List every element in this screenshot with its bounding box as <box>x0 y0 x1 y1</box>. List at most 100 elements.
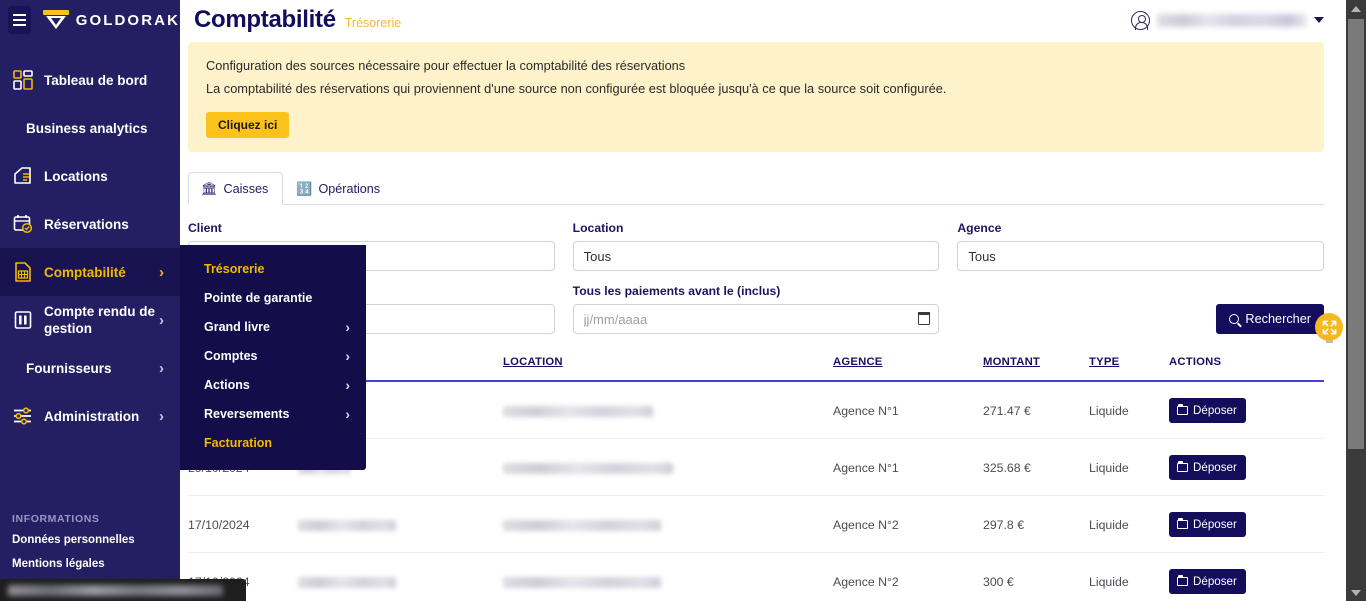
sidebar-item-label: Compte rendu de gestion <box>44 304 156 336</box>
sidebar-item-comptabilite[interactable]: Comptabilité › <box>0 248 180 296</box>
chevron-right-icon: › <box>345 319 350 335</box>
sidebar-item-business-analytics[interactable]: Business analytics <box>0 104 180 152</box>
user-circle-icon <box>1131 10 1150 30</box>
submenu-item-actions[interactable]: Actions › <box>180 371 366 400</box>
scrollbar-thumb[interactable] <box>1348 19 1364 449</box>
submenu-item-reversements[interactable]: Reversements › <box>180 400 366 429</box>
table-row[interactable]: 17/10/2024 Agence N°2 300 € Liquide Dépo… <box>188 552 1324 601</box>
chevron-right-icon: › <box>345 377 350 393</box>
submenu-item-label: Trésorerie <box>204 262 265 276</box>
sidebar-item-tableau-de-bord[interactable]: Tableau de bord <box>0 56 180 104</box>
submenu-item-label: Facturation <box>204 436 273 450</box>
status-url-redacted <box>8 584 223 596</box>
filter-label: Client <box>188 221 222 235</box>
scrollbar-down-arrow[interactable] <box>1346 584 1366 601</box>
sidebar-item-label: Comptabilité <box>44 264 126 280</box>
cell-client <box>298 495 503 553</box>
deposer-label: Déposer <box>1193 404 1237 417</box>
deposer-button[interactable]: Déposer <box>1169 455 1246 480</box>
cell-actions: Déposer <box>1169 495 1324 553</box>
scrollbar-up-arrow[interactable] <box>1346 0 1366 17</box>
calendar-check-icon <box>12 212 42 236</box>
report-icon <box>12 308 42 332</box>
brand[interactable]: GOLDORAK <box>42 10 180 30</box>
chevron-right-icon: › <box>159 311 164 329</box>
cell-location <box>503 552 833 601</box>
submenu-item-label: Comptes <box>204 349 258 363</box>
cell-agence[interactable]: Agence N°1 <box>833 438 983 496</box>
agence-input[interactable] <box>957 241 1325 271</box>
chevron-down-icon <box>1314 17 1324 23</box>
cell-montant: 297.8 € <box>983 495 1089 553</box>
cell-agence[interactable]: Agence N°2 <box>833 495 983 553</box>
location-redacted <box>503 519 661 531</box>
search-cell: Rechercher <box>957 304 1325 334</box>
tab-label: Caisses <box>223 182 269 196</box>
cell-agence[interactable]: Agence N°1 <box>833 381 983 439</box>
page-subtitle: Trésorerie <box>344 16 402 30</box>
hamburger-icon[interactable] <box>8 6 31 34</box>
location-input[interactable] <box>572 241 940 271</box>
tab-caisses[interactable]: 🏛 Caisses <box>188 172 284 205</box>
sidebar: GOLDORAK Tableau de bord Business analyt… <box>0 0 180 601</box>
cell-montant: 271.47 € <box>983 381 1089 439</box>
brand-name: GOLDORAK <box>75 11 180 29</box>
deposer-button[interactable]: Déposer <box>1169 398 1246 423</box>
tab-bar: 🏛 Caisses 🔢 Opérations <box>188 171 1324 205</box>
submenu-item-comptes[interactable]: Comptes › <box>180 342 366 371</box>
submenu-item-label: Pointe de garantie <box>204 291 313 305</box>
chevron-right-icon: › <box>345 406 350 422</box>
rechercher-button[interactable]: Rechercher <box>1216 304 1325 334</box>
cell-location <box>503 495 833 553</box>
submenu-item-grand-livre[interactable]: Grand livre › <box>180 313 366 342</box>
location-redacted <box>503 462 673 474</box>
notice-line-2: La comptabilité des réservations qui pro… <box>206 81 947 96</box>
deposit-box-icon <box>1177 517 1188 529</box>
table-row[interactable]: 17/10/2024 Agence N°2 297.8 € Liquide Dé… <box>188 495 1324 553</box>
deposer-button[interactable]: Déposer <box>1169 569 1246 594</box>
expand-arrows-icon[interactable] <box>1315 313 1343 341</box>
cell-type: Liquide <box>1089 495 1169 553</box>
cell-montant: 300 € <box>983 552 1089 601</box>
goldorak-triangle-logo <box>42 10 69 30</box>
column-montant[interactable]: MONTANT <box>983 348 1089 381</box>
deposer-label: Déposer <box>1193 461 1237 474</box>
sidebar-nav: Tableau de bord Business analytics Locat… <box>0 56 180 440</box>
deposer-label: Déposer <box>1193 518 1237 531</box>
submenu-item-tresorerie[interactable]: Trésorerie <box>180 255 366 284</box>
chevron-right-icon: › <box>345 348 350 364</box>
tab-operations[interactable]: 🔢 Opérations <box>283 172 395 205</box>
calendar-icon[interactable] <box>917 311 931 325</box>
sidebar-item-label: Tableau de bord <box>44 72 148 88</box>
submenu-item-pointe-de-garantie[interactable]: Pointe de garantie <box>180 284 366 313</box>
cell-actions: Déposer <box>1169 438 1324 496</box>
cell-type: Liquide <box>1089 438 1169 496</box>
page-scrollbar[interactable] <box>1346 0 1366 601</box>
sidebar-item-fournisseurs[interactable]: Fournisseurs › <box>0 344 180 392</box>
deposer-button[interactable]: Déposer <box>1169 512 1246 537</box>
date-input[interactable] <box>572 304 940 334</box>
deposer-label: Déposer <box>1193 575 1237 588</box>
link-mentions-legales[interactable]: Mentions légales <box>12 558 180 570</box>
cell-location <box>503 438 833 496</box>
cell-agence[interactable]: Agence N°2 <box>833 552 983 601</box>
column-type[interactable]: TYPE <box>1089 348 1169 381</box>
column-location[interactable]: LOCATION <box>503 348 833 381</box>
chevron-right-icon: › <box>159 263 164 281</box>
cliquez-ici-button[interactable]: Cliquez ici <box>206 112 290 138</box>
sidebar-item-compte-rendu-de-gestion[interactable]: Compte rendu de gestion › <box>0 296 180 344</box>
submenu-item-label: Grand livre <box>204 320 270 334</box>
sidebar-item-administration[interactable]: Administration › <box>0 392 180 440</box>
browser-status-bar <box>0 579 246 601</box>
sidebar-item-locations[interactable]: Locations <box>0 152 180 200</box>
user-menu[interactable] <box>1131 10 1324 30</box>
configuration-notice-banner: Configuration des sources nécessaire pou… <box>188 42 1324 152</box>
sidebar-item-label: Réservations <box>44 216 129 232</box>
column-agence[interactable]: AGENCE <box>833 348 983 381</box>
submenu-item-facturation[interactable]: Facturation <box>180 429 366 458</box>
search-icon <box>1229 314 1240 324</box>
link-donnees-personnelles[interactable]: Données personnelles <box>12 534 180 546</box>
submenu-item-label: Reversements <box>204 407 290 421</box>
page-heading: Comptabilité Trésorerie <box>188 6 401 34</box>
sidebar-item-reservations[interactable]: Réservations <box>0 200 180 248</box>
